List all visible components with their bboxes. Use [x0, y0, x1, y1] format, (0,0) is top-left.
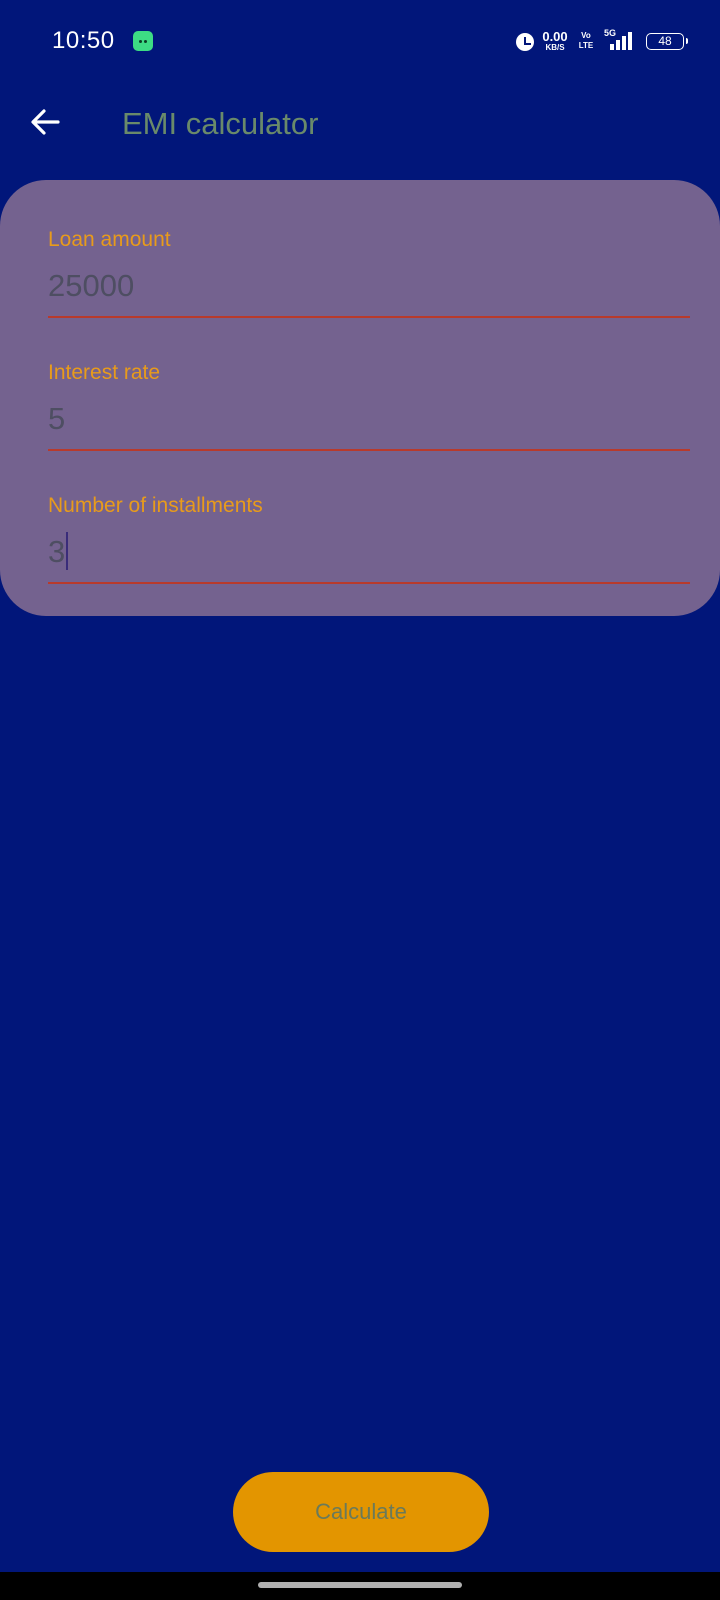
loan-amount-label: Loan amount	[48, 228, 171, 251]
interest-rate-field: Interest rate	[48, 361, 690, 471]
loan-amount-field: Loan amount	[48, 228, 690, 338]
loan-amount-underline	[48, 316, 690, 318]
text-cursor	[66, 532, 68, 570]
android-app-icon	[133, 31, 153, 51]
interest-rate-label: Interest rate	[48, 361, 161, 384]
installments-label: Number of installments	[48, 494, 263, 517]
signal-icon	[604, 32, 632, 50]
network-speed-unit: KB/S	[545, 43, 565, 52]
home-gesture-handle[interactable]	[258, 1582, 462, 1588]
installments-underline	[48, 582, 690, 584]
arrow-left-icon	[31, 109, 60, 135]
installments-input[interactable]	[48, 526, 690, 578]
volte-indicator: Vo LTE	[578, 31, 594, 51]
loan-amount-input[interactable]	[48, 260, 690, 312]
installments-field: Number of installments	[48, 494, 690, 604]
battery-icon: 48	[646, 33, 688, 50]
network-speed: 0.00 KB/S	[539, 30, 571, 52]
network-speed-value: 0.00	[542, 29, 568, 44]
volte-top: Vo	[581, 31, 591, 40]
back-button[interactable]	[24, 100, 68, 144]
alarm-icon	[516, 33, 534, 51]
status-bar: 10:50 0.00 KB/S Vo LTE 5G 48	[0, 0, 720, 84]
volte-bottom: LTE	[578, 41, 594, 50]
interest-rate-underline	[48, 449, 690, 451]
navigation-bar	[0, 1572, 720, 1600]
status-time: 10:50	[52, 27, 115, 54]
page-title: EMI calculator	[122, 106, 319, 141]
interest-rate-input[interactable]	[48, 393, 690, 445]
loan-form-card: Loan amount Interest rate Number of inst…	[0, 180, 720, 616]
status-icons: 0.00 KB/S Vo LTE 5G 48	[484, 28, 688, 56]
calculate-button[interactable]: Calculate	[233, 1472, 489, 1552]
